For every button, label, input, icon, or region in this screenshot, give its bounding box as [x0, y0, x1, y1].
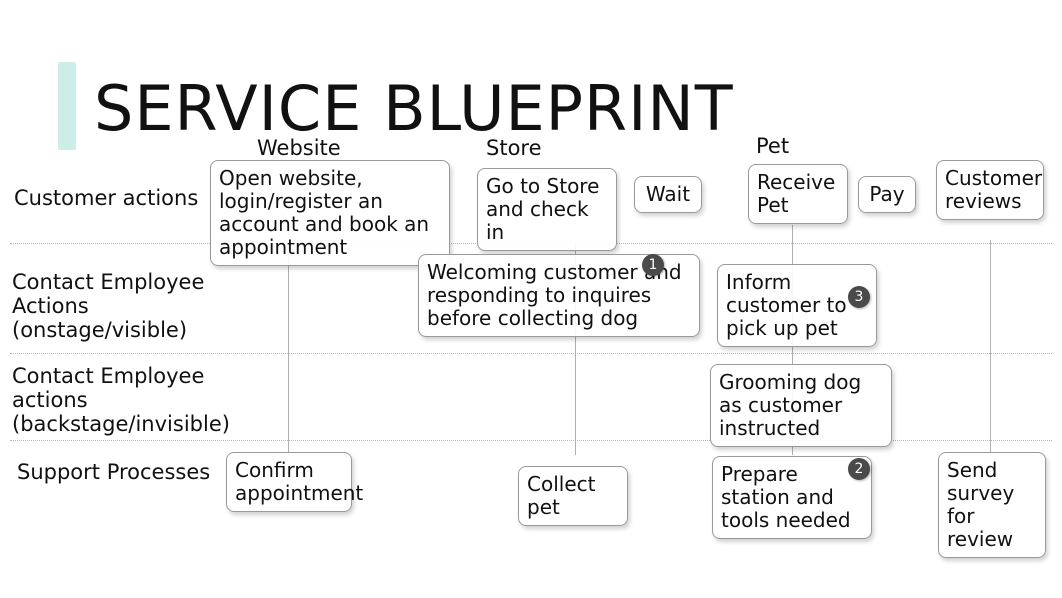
column-header-website: Website — [257, 136, 341, 160]
badge-3: 3 — [848, 286, 870, 308]
box-survey: Send survey for review — [938, 452, 1046, 558]
box-confirm: Confirm appointment — [226, 452, 352, 512]
row-label-support: Support Processes — [17, 460, 222, 484]
row-divider — [10, 440, 1052, 441]
page-title: SERVICE BLUEPRINT — [94, 72, 734, 145]
column-header-store: Store — [486, 136, 542, 160]
row-label-customer: Customer actions — [14, 186, 214, 210]
row-label-onstage: Contact Employee Actions (onstage/visibl… — [12, 270, 217, 342]
column-header-pet: Pet — [756, 134, 789, 158]
connector-line — [990, 240, 991, 458]
title-accent-bar — [58, 62, 76, 150]
badge-2: 2 — [848, 458, 870, 480]
box-receive-pet: Receive Pet — [748, 164, 848, 224]
badge-1: 1 — [642, 254, 664, 276]
box-customer-reviews: Customer reviews — [936, 160, 1044, 220]
box-wait: Wait — [634, 176, 702, 213]
row-divider — [10, 353, 1052, 354]
box-collect: Collect pet — [518, 466, 628, 526]
box-grooming: Grooming dog as customer instructed — [710, 364, 892, 447]
row-label-backstage: Contact Employee actions (backstage/invi… — [12, 364, 227, 436]
box-go-store: Go to Store and check in — [477, 168, 617, 251]
box-pay: Pay — [858, 176, 916, 213]
box-open-website: Open website, login/register an account … — [210, 160, 450, 266]
connector-line — [288, 243, 289, 455]
